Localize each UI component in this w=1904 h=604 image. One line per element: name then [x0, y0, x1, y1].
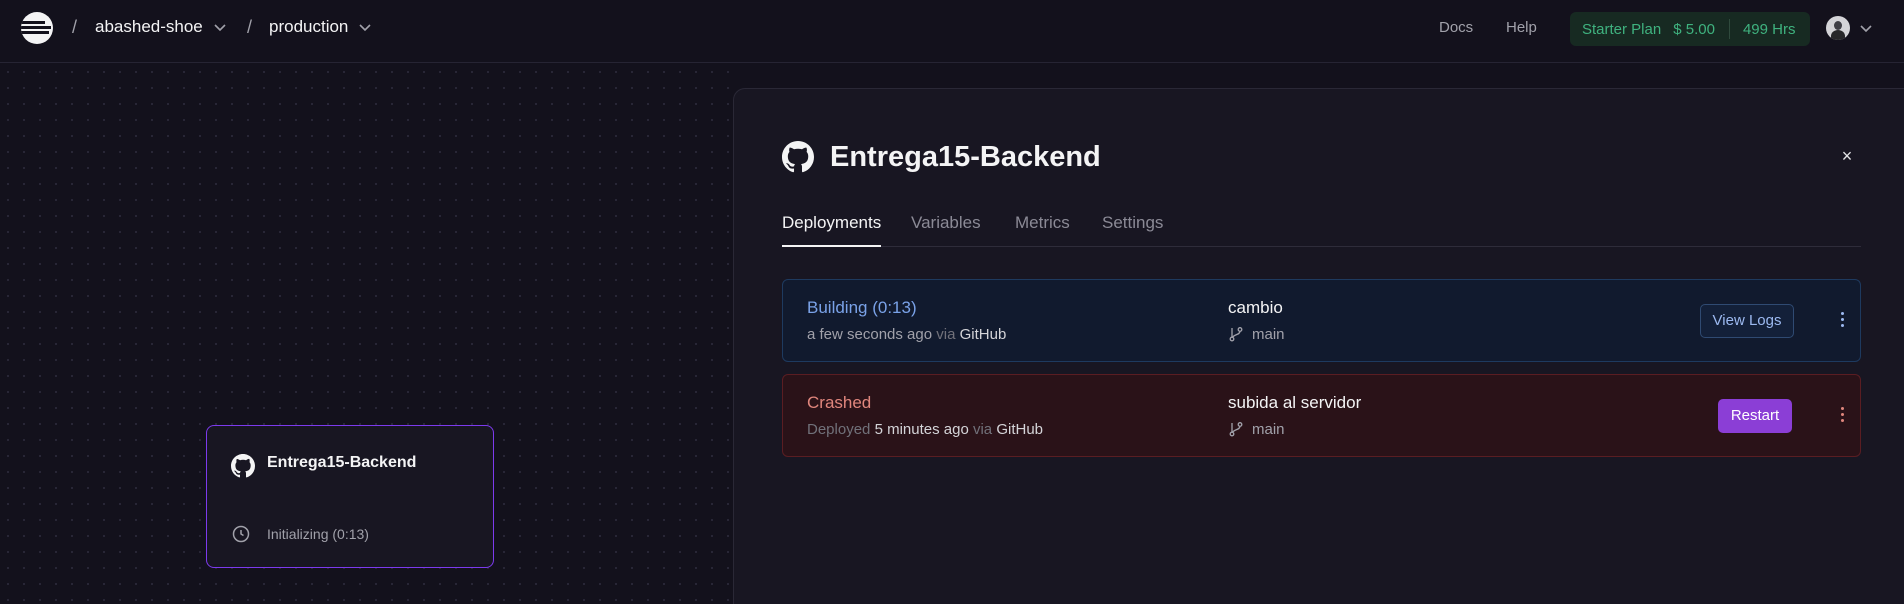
deployment-row-building[interactable]: Building (0:13) a few seconds ago via Gi…	[782, 279, 1861, 362]
plan-divider	[1728, 19, 1730, 39]
chevron-down-icon	[359, 24, 371, 32]
deployment-source: GitHub	[996, 421, 1044, 438]
project-selector[interactable]: abashed-shoe	[95, 17, 227, 37]
branch-name: main	[1252, 326, 1285, 343]
view-logs-button[interactable]: View Logs	[1700, 304, 1794, 338]
railway-logo-icon[interactable]	[21, 12, 53, 44]
commit-message: subida al servidor	[1228, 393, 1362, 412]
deployment-status: Crashed	[807, 393, 872, 412]
panel-tabs: Deployments Variables Metrics Settings	[782, 213, 1861, 247]
deployment-row-crashed[interactable]: Crashed Deployed 5 minutes ago via GitHu…	[782, 374, 1861, 457]
help-link[interactable]: Help	[1506, 19, 1537, 36]
close-icon[interactable]: ×	[1837, 146, 1857, 166]
breadcrumb-separator: /	[72, 17, 78, 37]
plan-hours: 499 Hrs	[1742, 20, 1796, 38]
tab-metrics[interactable]: Metrics	[1015, 213, 1070, 233]
service-card-status: Initializing (0:13)	[267, 526, 369, 542]
service-card-title: Entrega15-Backend	[267, 454, 417, 471]
more-options-icon[interactable]	[1839, 405, 1845, 425]
github-icon	[231, 454, 255, 478]
environment-name: production	[269, 17, 349, 36]
environment-selector[interactable]: production	[269, 17, 372, 37]
plan-name: Starter Plan	[1582, 20, 1662, 38]
deployment-meta: a few seconds ago via GitHub	[807, 326, 1006, 343]
tab-variables[interactable]: Variables	[911, 213, 981, 233]
service-panel: Entrega15-Backend × Deployments Variable…	[733, 88, 1904, 604]
chevron-down-icon[interactable]	[1859, 21, 1873, 35]
commit-message: cambio	[1228, 298, 1283, 317]
deployment-via: via	[972, 421, 993, 438]
git-branch-icon	[1229, 327, 1243, 342]
avatar[interactable]	[1826, 16, 1850, 40]
deployment-source: GitHub	[959, 326, 1007, 343]
deployment-time: a few seconds ago	[807, 326, 933, 343]
deployment-time: 5 minutes ago	[874, 421, 969, 438]
restart-button[interactable]: Restart	[1718, 399, 1792, 433]
plan-cost: $ 5.00	[1673, 20, 1715, 38]
service-card[interactable]: Entrega15-Backend Initializing (0:13)	[206, 425, 494, 568]
active-tab-indicator	[782, 245, 881, 247]
github-icon	[782, 141, 814, 173]
panel-title: Entrega15-Backend	[830, 141, 1101, 173]
project-name: abashed-shoe	[95, 17, 203, 36]
deployment-via: via	[936, 326, 956, 343]
clock-icon	[232, 525, 250, 543]
deployment-meta: Deployed 5 minutes ago via GitHub	[807, 421, 1043, 438]
tab-deployments[interactable]: Deployments	[782, 213, 881, 233]
plan-usage-badge[interactable]: Starter Plan $ 5.00 499 Hrs	[1570, 12, 1810, 46]
docs-link[interactable]: Docs	[1439, 19, 1473, 36]
breadcrumb-separator: /	[247, 17, 253, 37]
top-navigation-bar: / abashed-shoe / production Docs Help St…	[0, 0, 1904, 63]
branch-name: main	[1252, 421, 1285, 438]
more-options-icon[interactable]	[1839, 310, 1845, 330]
git-branch-icon	[1229, 422, 1243, 437]
deployment-status: Building (0:13)	[807, 298, 917, 317]
tab-settings[interactable]: Settings	[1102, 213, 1163, 233]
deployment-prefix: Deployed	[807, 421, 871, 438]
chevron-down-icon	[214, 24, 226, 32]
